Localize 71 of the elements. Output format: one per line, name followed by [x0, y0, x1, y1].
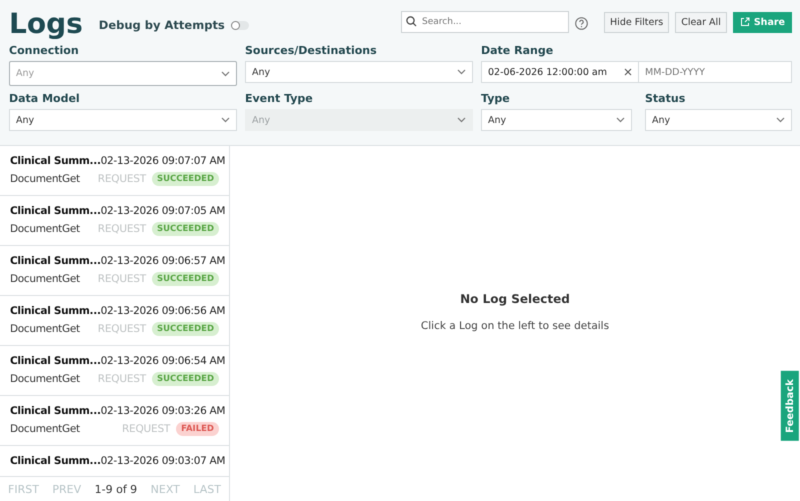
chevron-down-icon	[776, 117, 785, 123]
status-badge: SUCCEEDED	[152, 372, 219, 386]
log-name: Clinical Summ...	[10, 305, 101, 317]
filter-label: Date Range	[481, 44, 554, 57]
log-event: DocumentGet	[10, 273, 80, 285]
chevron-down-icon	[457, 69, 466, 75]
date-field[interactable]: MM-DD-YYYY	[639, 61, 792, 83]
filter-label: Connection	[9, 44, 80, 57]
log-list-item[interactable]: Clinical Summ...02-13-2026 09:07:07 AM DocumentGet REQUEST SUCCEEDED	[0, 146, 229, 196]
empty-hint: Click a Log on the left to see details	[420, 320, 610, 332]
log-time: 02-13-2026 09:07:05 AM	[100, 205, 226, 217]
log-type: REQUEST	[98, 373, 146, 385]
log-event: DocumentGet	[10, 373, 80, 385]
log-list-item[interactable]: Clinical Summ...02-13-2026 09:03:26 AM DocumentGet REQUEST FAILED	[0, 396, 229, 446]
date-field[interactable]: 02-06-2026 12:00:00 am	[481, 61, 639, 83]
status-badge: SUCCEEDED	[152, 172, 219, 186]
log-event: DocumentGet	[10, 173, 80, 185]
log-event: DocumentGet	[10, 423, 80, 435]
chevron-down-icon	[616, 117, 625, 123]
log-time: 02-13-2026 09:03:26 AM	[100, 405, 226, 417]
toolbar-button[interactable]: Hide Filters	[604, 12, 670, 32]
log-name: Clinical Summ...	[10, 355, 101, 367]
filter-label: Event Type	[245, 92, 314, 105]
toggle-label: Debug by Attempts	[98, 18, 225, 32]
log-name: Clinical Summ...	[10, 255, 101, 267]
log-time: 02-13-2026 09:06:54 AM	[100, 355, 226, 367]
chevron-down-icon	[221, 117, 230, 123]
log-event: DocumentGet	[10, 223, 80, 235]
clear-icon[interactable]	[624, 68, 632, 76]
log-list-item[interactable]: Clinical Summ...02-13-2026 09:06:54 AM DocumentGet REQUEST SUCCEEDED	[0, 346, 229, 396]
log-list-item[interactable]: Clinical Summ...02-13-2026 09:06:57 AM DocumentGet REQUEST SUCCEEDED	[0, 246, 229, 296]
help-icon[interactable]	[575, 16, 588, 30]
filter-label: Status	[645, 92, 686, 105]
dropdown[interactable]: Any	[9, 109, 237, 131]
dropdown: Any	[245, 109, 473, 131]
log-list-item[interactable]: Clinical Summ...02-13-2026 09:07:05 AM DocumentGet REQUEST SUCCEEDED	[0, 196, 229, 246]
toggle-switch[interactable]	[230, 20, 249, 30]
status-badge: FAILED	[176, 422, 219, 436]
chevron-down-icon	[457, 117, 466, 123]
dropdown[interactable]: Any	[645, 109, 792, 131]
filter-label: Sources/Destinations	[245, 44, 378, 57]
log-time: 02-13-2026 09:07:07 AM	[100, 155, 226, 167]
page-title: Logs	[9, 6, 83, 40]
log-type: REQUEST	[98, 223, 146, 235]
log-name: Clinical Summ...	[10, 155, 101, 167]
status-badge: SUCCEEDED	[152, 272, 219, 286]
search-field[interactable]: Search...	[401, 11, 570, 33]
log-name: Clinical Summ...	[10, 455, 101, 467]
log-time: 02-13-2026 09:06:56 AM	[100, 305, 226, 317]
log-list-item[interactable]: Clinical Summ...02-13-2026 09:06:56 AM DocumentGet REQUEST SUCCEEDED	[0, 296, 229, 346]
filter-label: Data Model	[9, 92, 81, 105]
filter-label: Type	[481, 92, 511, 105]
log-event: DocumentGet	[10, 323, 80, 335]
toolbar-button[interactable]: Clear All	[675, 12, 727, 32]
log-type: REQUEST	[122, 423, 170, 435]
dropdown[interactable]: Any	[481, 109, 632, 131]
dropdown[interactable]: Any	[245, 61, 473, 83]
status-badge: SUCCEEDED	[152, 222, 219, 236]
log-type: REQUEST	[98, 173, 146, 185]
log-name: Clinical Summ...	[10, 405, 101, 417]
empty-title: No Log Selected	[460, 292, 570, 306]
log-type: REQUEST	[98, 323, 146, 335]
page-range: 1-9 of 9	[94, 482, 138, 496]
log-name: Clinical Summ...	[10, 205, 101, 217]
log-list-item[interactable]: Clinical Summ...02-13-2026 09:03:07 AM	[0, 446, 229, 476]
log-time: 02-13-2026 09:06:57 AM	[100, 255, 226, 267]
log-type: REQUEST	[98, 273, 146, 285]
chevron-down-icon	[221, 70, 230, 76]
log-time: 02-13-2026 09:03:07 AM	[100, 455, 226, 467]
external-link-icon	[740, 17, 750, 27]
status-badge: SUCCEEDED	[152, 322, 219, 336]
